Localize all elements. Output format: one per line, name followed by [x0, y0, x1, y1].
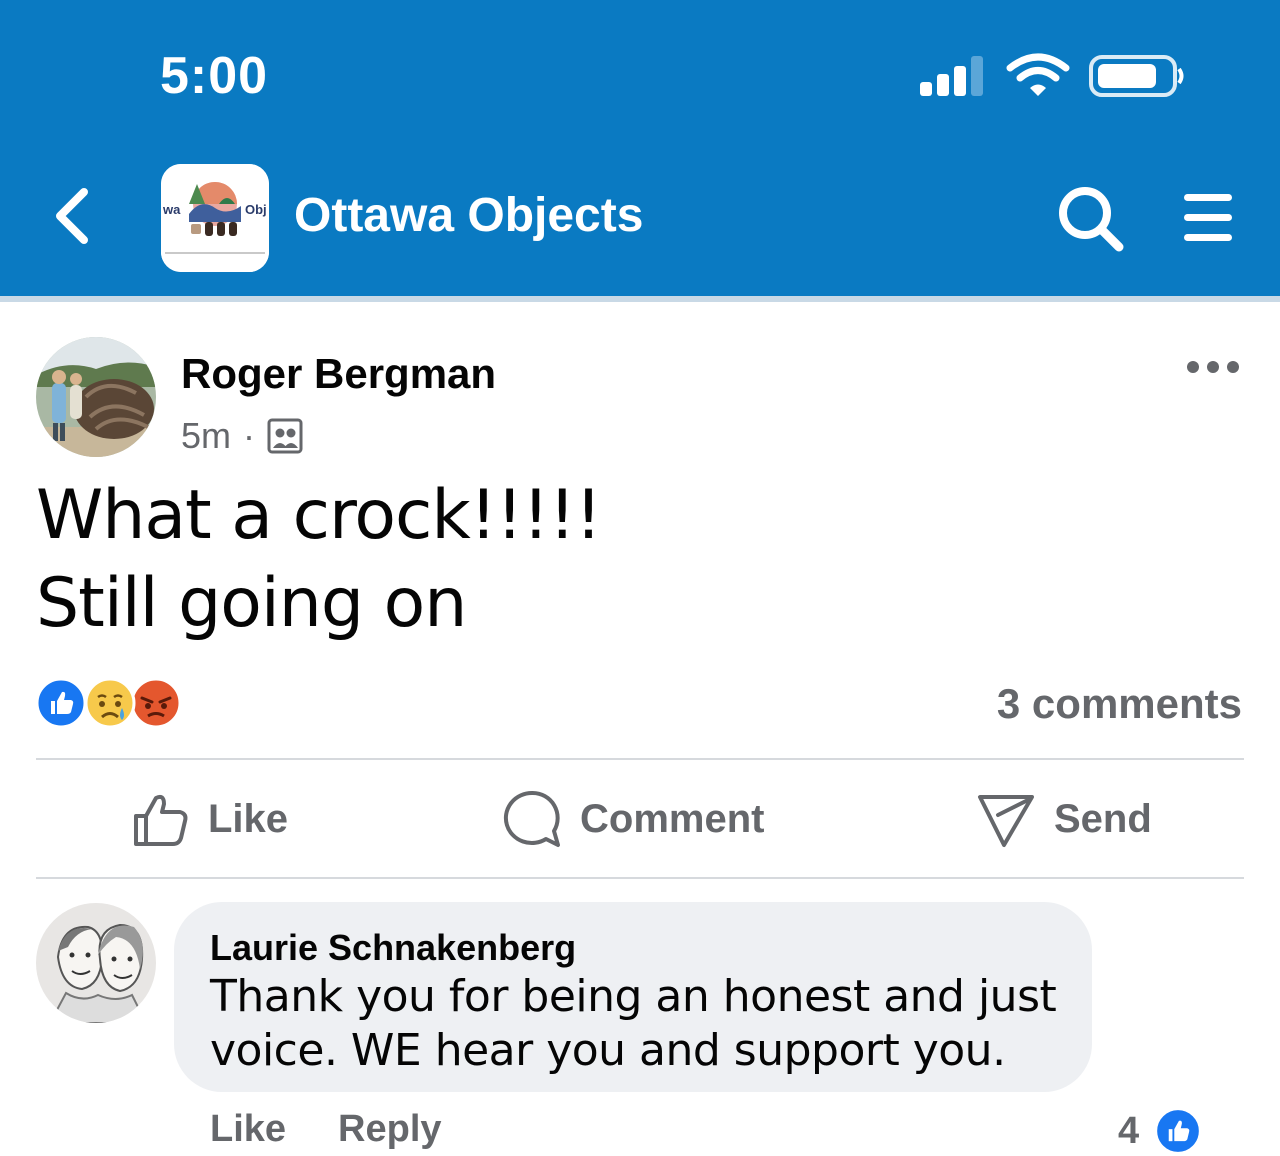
back-button[interactable]	[46, 182, 98, 250]
commenter-avatar[interactable]	[36, 903, 156, 1023]
like-reaction-icon	[1154, 1107, 1202, 1155]
signal-icon	[920, 56, 983, 96]
comments-count-link[interactable]: 3 comments	[997, 680, 1242, 728]
commenter-name[interactable]: Laurie Schnakenberg	[210, 926, 1092, 970]
top-bar-divider	[0, 296, 1280, 302]
like-button[interactable]: Like	[132, 786, 288, 852]
commenter-avatar-image	[36, 903, 156, 1023]
group-logo-right-text: Obj	[245, 202, 267, 217]
more-dots-icon	[1187, 361, 1239, 373]
comment-like-button[interactable]: Like	[210, 1108, 286, 1151]
menu-button[interactable]	[1180, 190, 1240, 246]
comment-label: Comment	[580, 796, 765, 841]
send-icon	[978, 795, 1034, 847]
post-body: What a crock!!!!! Still going on	[36, 472, 602, 648]
author-avatar-image	[36, 337, 156, 457]
battery-icon	[1089, 55, 1184, 97]
post-author-name[interactable]: Roger Bergman	[181, 350, 496, 398]
comment-like-count: 4	[1118, 1109, 1140, 1152]
search-icon	[1059, 187, 1124, 252]
group-members-icon	[267, 418, 303, 454]
thumbs-up-icon	[134, 794, 188, 846]
author-avatar[interactable]	[36, 337, 156, 457]
post-divider-top	[36, 758, 1244, 760]
group-logo-image: wa Obj	[161, 164, 269, 272]
comment-bubble: Laurie Schnakenberg Thank you for being …	[174, 902, 1092, 1092]
wifi-icon	[1006, 53, 1070, 96]
status-clock: 5:00	[160, 47, 269, 105]
comment-reaction-count[interactable]: 4	[1118, 1106, 1203, 1156]
comment-text-line: voice. WE hear you and support you.	[210, 1025, 1006, 1076]
post-text-line: What a crock!!!!!	[36, 476, 602, 555]
comment-actions: Like Reply	[210, 1108, 442, 1151]
chevron-left-icon	[56, 188, 88, 244]
post-divider-bottom	[36, 877, 1244, 879]
group-title[interactable]: Ottawa Objects	[294, 188, 643, 243]
comment-button[interactable]: Comment	[502, 786, 764, 852]
angry-reaction-icon	[130, 677, 182, 729]
post-timestamp[interactable]: 5m	[181, 415, 231, 457]
comment-bubble-icon	[503, 790, 560, 847]
like-reaction-icon	[35, 677, 87, 729]
post-options-button[interactable]	[1184, 352, 1242, 382]
post-meta: 5m ·	[181, 414, 303, 458]
send-label: Send	[1054, 796, 1152, 841]
sad-reaction-icon	[84, 677, 136, 729]
meta-separator: ·	[243, 415, 256, 456]
group-logo-left-text: wa	[162, 202, 181, 217]
send-button[interactable]: Send	[976, 786, 1152, 852]
comment-reply-button[interactable]: Reply	[338, 1108, 441, 1151]
group-logo[interactable]: wa Obj	[161, 164, 269, 272]
like-label: Like	[208, 796, 289, 841]
reaction-summary[interactable]	[34, 676, 184, 730]
post-text-line: Still going on	[36, 564, 467, 643]
comment-text-line: Thank you for being an honest and just	[210, 971, 1057, 1022]
search-button[interactable]	[1056, 184, 1126, 254]
hamburger-menu-icon	[1184, 194, 1232, 241]
